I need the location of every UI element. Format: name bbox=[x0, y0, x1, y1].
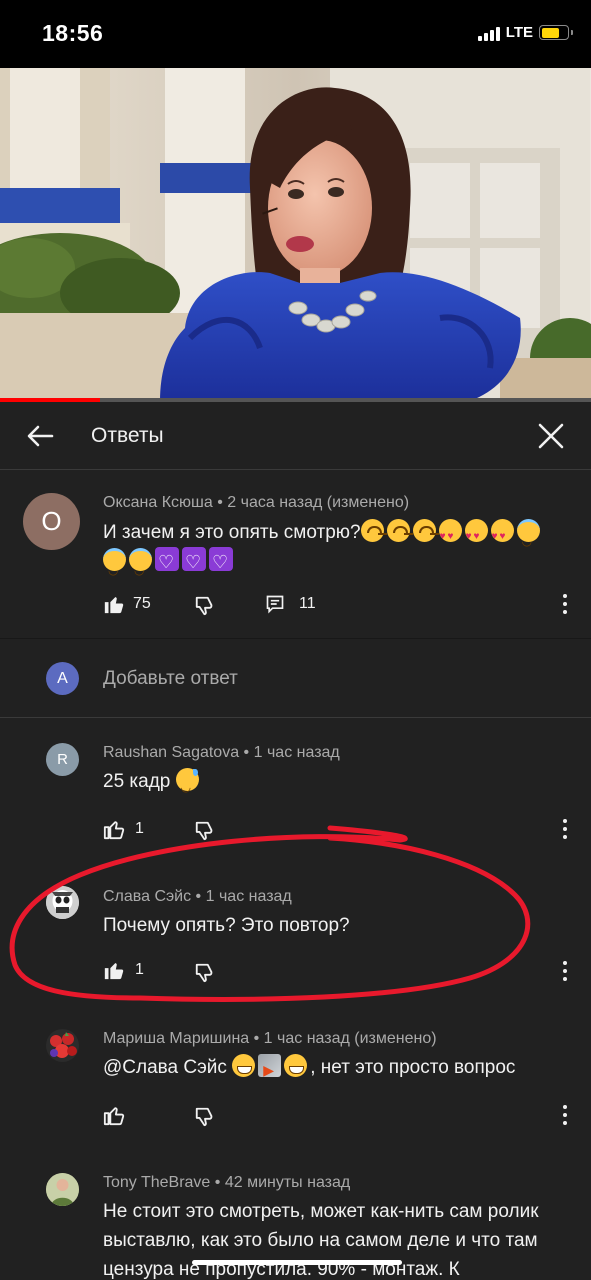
reply-count: 11 bbox=[299, 595, 316, 612]
video-frame-illustration bbox=[0, 68, 591, 401]
status-time: 18:56 bbox=[42, 20, 104, 46]
thumb-down-icon bbox=[195, 821, 213, 841]
comment-time: 2 часа назад (изменено) bbox=[227, 494, 410, 511]
comment-time: 42 минуты назад bbox=[224, 1174, 351, 1191]
comment-author[interactable]: Мариша Маришина bbox=[103, 1030, 249, 1047]
like-count: 1 bbox=[135, 961, 144, 978]
comment-author[interactable]: Tony TheBrave bbox=[103, 1174, 210, 1191]
skull-avatar-icon bbox=[46, 886, 79, 919]
avatar-letter: A bbox=[57, 669, 68, 687]
comment-text: И зачем я это опять смотрю? bbox=[103, 518, 573, 585]
comment-author[interactable]: Raushan Sagatova bbox=[103, 744, 239, 761]
comment-time: 1 час назад bbox=[253, 744, 340, 761]
smiling-face-hearts-icon bbox=[464, 519, 488, 551]
comment-body: И зачем я это опять смотрю? bbox=[103, 522, 361, 543]
like-count: 1 bbox=[135, 820, 144, 837]
comment-meta: Tony TheBrave • 42 минуты назад bbox=[103, 1174, 351, 1191]
more-vert-icon[interactable] bbox=[562, 1105, 568, 1125]
smiling-face-hearts-icon bbox=[490, 519, 514, 551]
like-button[interactable]: 75 bbox=[103, 593, 151, 615]
comment-text: Почему опять? Это повтор? bbox=[103, 915, 350, 936]
avatar[interactable] bbox=[46, 886, 79, 919]
thumb-up-icon bbox=[103, 821, 125, 840]
page-title: Ответы bbox=[91, 424, 164, 447]
signal-icon bbox=[477, 25, 500, 41]
upside-down-face-icon bbox=[386, 519, 410, 542]
reply-count-button[interactable]: 11 bbox=[265, 594, 316, 614]
thumb-up-icon bbox=[104, 963, 124, 980]
smiling-face-hearts-icon bbox=[438, 519, 462, 551]
upside-down-face-icon bbox=[360, 519, 384, 542]
like-button[interactable] bbox=[103, 1104, 125, 1126]
thumb-down-icon bbox=[195, 1107, 213, 1127]
more-vert-icon[interactable] bbox=[562, 819, 568, 839]
like-button[interactable]: 1 bbox=[103, 818, 144, 840]
avatar[interactable] bbox=[46, 1029, 79, 1062]
comment-meta: Слава Сэйс • 1 час назад bbox=[103, 888, 292, 905]
comment-author[interactable]: Оксана Ксюша bbox=[103, 494, 213, 511]
thumb-down-icon bbox=[195, 596, 213, 616]
battery-icon bbox=[539, 25, 573, 40]
dislike-button[interactable] bbox=[194, 595, 216, 617]
halo-face-icon bbox=[516, 519, 540, 556]
thumb-down-icon bbox=[195, 963, 213, 983]
like-count: 75 bbox=[133, 595, 151, 612]
home-indicator[interactable] bbox=[192, 1260, 402, 1265]
grinning-sweat-icon bbox=[175, 768, 199, 802]
grinning-face-icon bbox=[232, 1054, 256, 1077]
upside-down-face-icon bbox=[412, 519, 436, 542]
parent-comment: О Оксана Ксюша • 2 часа назад (изменено)… bbox=[0, 471, 591, 637]
avatar: A bbox=[46, 662, 79, 695]
avatar[interactable] bbox=[46, 1173, 79, 1206]
heart-icon bbox=[209, 547, 233, 577]
avatar[interactable]: R bbox=[46, 743, 79, 776]
dislike-button[interactable] bbox=[194, 820, 216, 842]
more-vert-icon[interactable] bbox=[562, 594, 568, 614]
heart-icon bbox=[155, 547, 179, 577]
comment-body: 25 кадр bbox=[103, 771, 171, 792]
thumb-up-icon bbox=[103, 1107, 125, 1126]
berries-avatar-icon bbox=[50, 1032, 77, 1058]
replies-header: Ответы bbox=[0, 402, 591, 470]
person-avatar-icon bbox=[46, 1173, 79, 1206]
add-reply-input[interactable]: Добавьте ответ bbox=[103, 668, 238, 690]
megaphone-icon bbox=[258, 1054, 282, 1085]
comment-meta: Мариша Маришина • 1 час назад (изменено) bbox=[103, 1030, 437, 1047]
network-label: LTE bbox=[505, 24, 533, 41]
dislike-button[interactable] bbox=[194, 1106, 216, 1128]
grinning-face-icon bbox=[284, 1054, 308, 1077]
comment-author[interactable]: Слава Сэйс bbox=[103, 888, 191, 905]
add-reply-row[interactable]: A Добавьте ответ bbox=[0, 638, 591, 718]
mention-link[interactable]: @Слава Сэйс bbox=[103, 1057, 227, 1078]
close-icon[interactable] bbox=[535, 420, 567, 452]
comment-text: Не стоит это смотреть, может как-нить са… bbox=[103, 1201, 539, 1280]
status-bar: 18:56 LTE bbox=[0, 0, 591, 68]
comment-time: 1 час назад (изменено) bbox=[263, 1030, 437, 1047]
comment-meta: Оксана Ксюша • 2 часа назад (изменено) bbox=[103, 494, 410, 511]
status-indicators: LTE bbox=[477, 24, 573, 41]
comment-text: @Слава Сэйс , нет это просто вопрос bbox=[103, 1053, 516, 1085]
comment-time: 1 час назад bbox=[205, 888, 292, 905]
thumb-up-icon bbox=[104, 597, 124, 614]
video-player[interactable] bbox=[0, 68, 591, 401]
avatar[interactable]: О bbox=[23, 493, 80, 550]
avatar-letter: О bbox=[41, 506, 62, 536]
halo-face-icon bbox=[103, 548, 126, 585]
like-button[interactable]: 1 bbox=[103, 959, 144, 981]
comment-meta: Raushan Sagatova • 1 час назад bbox=[103, 744, 340, 761]
comment-text: 25 кадр bbox=[103, 767, 202, 802]
reply-icon bbox=[266, 595, 284, 614]
more-vert-icon[interactable] bbox=[562, 961, 568, 981]
halo-face-icon bbox=[129, 548, 152, 585]
comment-body: , нет это просто вопрос bbox=[310, 1057, 516, 1078]
avatar-letter: R bbox=[57, 751, 68, 768]
heart-icon bbox=[182, 547, 206, 577]
dislike-button[interactable] bbox=[194, 962, 216, 984]
back-arrow-icon[interactable] bbox=[24, 420, 56, 452]
